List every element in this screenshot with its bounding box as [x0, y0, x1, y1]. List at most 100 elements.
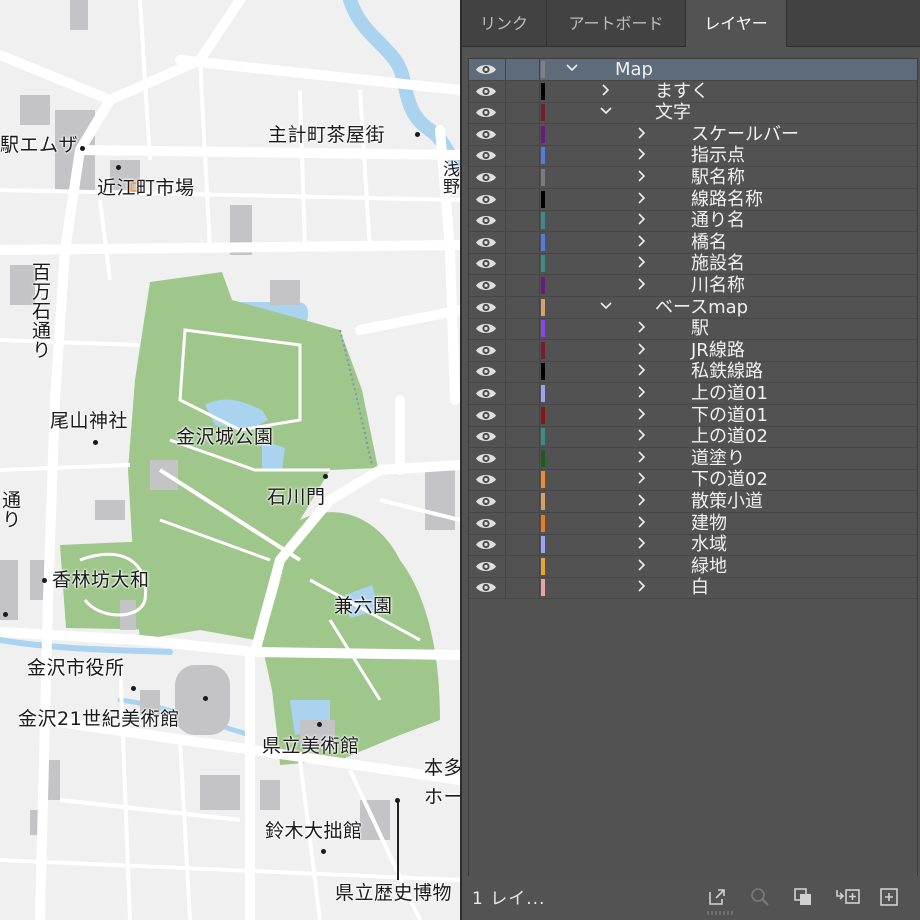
- layer-row[interactable]: 上の道02: [469, 426, 917, 449]
- chevron-down-icon[interactable]: [599, 104, 613, 118]
- chevron-right-icon[interactable]: [635, 169, 649, 183]
- visibility-eye-icon[interactable]: [475, 408, 497, 423]
- layer-row[interactable]: 橋名: [469, 231, 917, 254]
- layer-row[interactable]: 私鉄線路: [469, 361, 917, 384]
- layer-row[interactable]: 川名称: [469, 275, 917, 297]
- layer-name[interactable]: 白: [691, 577, 709, 598]
- visibility-eye-icon[interactable]: [475, 472, 497, 487]
- chevron-right-icon[interactable]: [635, 234, 649, 248]
- visibility-eye-icon[interactable]: [475, 580, 497, 595]
- layer-row[interactable]: 上の道01: [469, 383, 917, 405]
- layer-row[interactable]: 下の道02: [469, 469, 917, 492]
- chevron-right-icon[interactable]: [635, 277, 649, 291]
- layer-name[interactable]: 上の道01: [691, 383, 768, 404]
- chevron-right-icon[interactable]: [635, 558, 649, 572]
- layers-list[interactable]: Map ますく 文字 スケールバー 指示点 駅名称 線路名称 通り名 橋名 施設名 川名称 ベースma…: [468, 58, 918, 878]
- visibility-eye-icon[interactable]: [475, 84, 497, 99]
- layer-name[interactable]: 道塗り: [691, 448, 745, 469]
- chevron-right-icon[interactable]: [635, 515, 649, 529]
- layer-name[interactable]: スケールバー: [691, 124, 799, 145]
- new-sublayer-icon[interactable]: [834, 886, 862, 908]
- chevron-down-icon[interactable]: [565, 61, 579, 75]
- layer-name[interactable]: ベースmap: [655, 297, 748, 318]
- layer-name[interactable]: 橋名: [691, 232, 727, 253]
- map-canvas[interactable]: 駅エムザ 主計町茶屋街 近江町市場 百万石通り 通り 浅野 尾山神社 金沢城公園…: [0, 0, 460, 920]
- layer-row[interactable]: 駅: [469, 318, 917, 341]
- layer-name[interactable]: Map: [615, 59, 653, 80]
- layer-name[interactable]: 上の道02: [691, 426, 768, 447]
- layer-name[interactable]: 川名称: [691, 275, 745, 296]
- layer-name[interactable]: ますく: [655, 81, 709, 102]
- chevron-right-icon[interactable]: [635, 471, 649, 485]
- layer-name[interactable]: 下の道01: [691, 405, 768, 426]
- locate-object-icon[interactable]: [749, 886, 771, 908]
- visibility-eye-icon[interactable]: [475, 386, 497, 401]
- layer-row[interactable]: 駅名称: [469, 167, 917, 189]
- layer-row[interactable]: 下の道01: [469, 404, 917, 427]
- visibility-eye-icon[interactable]: [475, 127, 497, 142]
- layer-row[interactable]: 指示点: [469, 145, 917, 168]
- layer-row[interactable]: 道塗り: [469, 447, 917, 470]
- chevron-right-icon[interactable]: [635, 428, 649, 442]
- chevron-right-icon[interactable]: [635, 385, 649, 399]
- layer-name[interactable]: 建物: [691, 513, 727, 534]
- layer-row[interactable]: ますく: [469, 80, 917, 103]
- chevron-right-icon[interactable]: [599, 83, 613, 97]
- chevron-right-icon[interactable]: [635, 536, 649, 550]
- layer-row[interactable]: ベースmap: [469, 296, 917, 319]
- visibility-eye-icon[interactable]: [475, 192, 497, 207]
- layer-name[interactable]: 私鉄線路: [691, 361, 763, 382]
- layer-row[interactable]: 通り名: [469, 210, 917, 233]
- chevron-right-icon[interactable]: [635, 212, 649, 226]
- layer-name[interactable]: 下の道02: [691, 469, 768, 490]
- chevron-right-icon[interactable]: [635, 407, 649, 421]
- layer-row[interactable]: 白: [469, 577, 917, 600]
- layer-row[interactable]: 緑地: [469, 555, 917, 578]
- chevron-right-icon[interactable]: [635, 191, 649, 205]
- chevron-right-icon[interactable]: [635, 450, 649, 464]
- chevron-right-icon[interactable]: [635, 255, 649, 269]
- layer-row[interactable]: 線路名称: [469, 188, 917, 211]
- layer-name[interactable]: JR線路: [691, 340, 745, 361]
- visibility-eye-icon[interactable]: [475, 278, 497, 293]
- visibility-eye-icon[interactable]: [475, 256, 497, 271]
- visibility-eye-icon[interactable]: [475, 516, 497, 531]
- chevron-right-icon[interactable]: [635, 579, 649, 593]
- tab-artboards[interactable]: アートボード: [547, 0, 686, 46]
- layer-row[interactable]: Map: [469, 59, 917, 81]
- tab-layers[interactable]: レイヤー: [686, 0, 787, 47]
- layer-name[interactable]: 線路名称: [691, 189, 763, 210]
- layer-name[interactable]: 緑地: [691, 556, 727, 577]
- new-layer-icon[interactable]: [878, 886, 900, 908]
- visibility-eye-icon[interactable]: [475, 170, 497, 185]
- layer-row[interactable]: 散策小道: [469, 491, 917, 513]
- layer-name[interactable]: 散策小道: [691, 491, 763, 512]
- layer-row[interactable]: 水域: [469, 534, 917, 557]
- layer-name[interactable]: 指示点: [691, 145, 745, 166]
- visibility-eye-icon[interactable]: [475, 451, 497, 466]
- resize-grip-icon[interactable]: [706, 910, 734, 916]
- tab-links[interactable]: リンク: [462, 0, 547, 46]
- export-icon[interactable]: [706, 886, 728, 908]
- visibility-eye-icon[interactable]: [475, 105, 497, 120]
- chevron-right-icon[interactable]: [635, 342, 649, 356]
- visibility-eye-icon[interactable]: [475, 559, 497, 574]
- layer-name[interactable]: 駅: [691, 318, 709, 339]
- visibility-eye-icon[interactable]: [475, 300, 497, 315]
- layer-name[interactable]: 駅名称: [691, 167, 745, 188]
- layer-name[interactable]: 施設名: [691, 253, 745, 274]
- layer-row[interactable]: 施設名: [469, 253, 917, 276]
- visibility-eye-icon[interactable]: [475, 429, 497, 444]
- chevron-right-icon[interactable]: [635, 320, 649, 334]
- visibility-eye-icon[interactable]: [475, 494, 497, 509]
- layer-name[interactable]: 通り名: [691, 210, 745, 231]
- clipping-mask-icon[interactable]: [792, 886, 814, 908]
- chevron-right-icon[interactable]: [635, 126, 649, 140]
- visibility-eye-icon[interactable]: [475, 321, 497, 336]
- visibility-eye-icon[interactable]: [475, 148, 497, 163]
- visibility-eye-icon[interactable]: [475, 364, 497, 379]
- layer-name[interactable]: 水域: [691, 534, 727, 555]
- visibility-eye-icon[interactable]: [475, 62, 497, 77]
- layer-name[interactable]: 文字: [655, 102, 691, 123]
- visibility-eye-icon[interactable]: [475, 537, 497, 552]
